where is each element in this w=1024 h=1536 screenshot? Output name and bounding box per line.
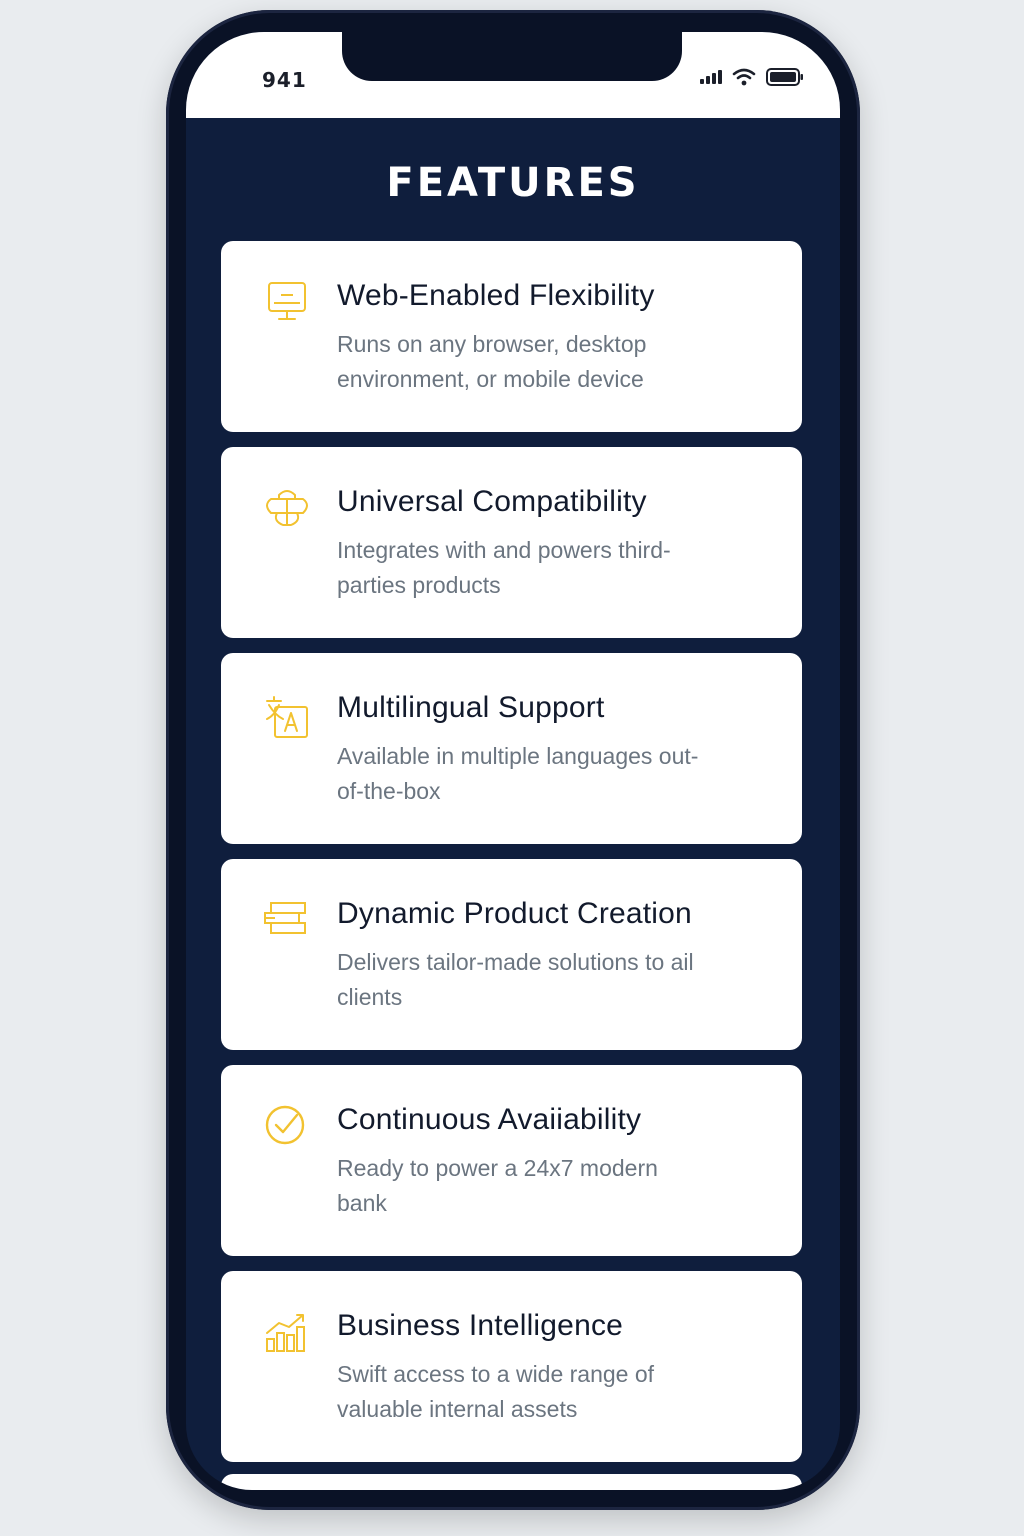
feature-card-next-partial[interactable] (221, 1474, 802, 1490)
feature-description: Integrates with and powers third-parties… (337, 537, 671, 598)
feature-description: Delivers tailor-made solutions to ail cl… (337, 949, 694, 1010)
phone-screen: 941 FEATURES Web-Enabled Flexibility Run… (186, 32, 840, 1490)
feature-title: Dynamic Product Creation (337, 897, 692, 930)
growth-chart-icon (266, 1314, 305, 1352)
wifi-icon (732, 68, 756, 86)
feature-title: Continuous Avaiiability (337, 1103, 642, 1136)
feature-title: Multilingual Support (337, 691, 605, 724)
app-stage: 941 FEATURES Web-Enabled Flexibility Run… (0, 0, 1024, 1536)
battery-icon (766, 68, 803, 86)
feature-title: Universal Compatibility (337, 485, 647, 518)
feature-card-business-intelligence[interactable]: Business Intelligence Swift access to a … (221, 1271, 802, 1462)
feature-card-dynamic-product-creation[interactable]: Dynamic Product Creation Delivers tailor… (221, 859, 802, 1050)
feature-description: Runs on any browser, desktop environment… (337, 331, 647, 392)
feature-card-multilingual-support[interactable]: Multilingual Support Available in multip… (221, 653, 802, 844)
integration-icon (266, 490, 308, 526)
feature-description: Swift access to a wide range of valuable… (337, 1361, 655, 1422)
notch (342, 32, 682, 81)
status-time: 941 (262, 68, 307, 92)
translate-icon (266, 696, 308, 738)
feature-title: Web-Enabled Flexibility (337, 279, 655, 312)
feature-card-web-enabled-flexibility[interactable]: Web-Enabled Flexibility Runs on any brow… (221, 241, 802, 432)
status-icons (700, 68, 804, 86)
status-bar: 941 (186, 32, 840, 118)
cellular-signal-icon (700, 70, 722, 84)
feature-card-continuous-availability[interactable]: Continuous Avaiiability Ready to power a… (221, 1065, 802, 1256)
feature-description: Available in multiple languages out-of-t… (337, 743, 699, 804)
layers-icon (264, 902, 306, 934)
monitor-icon (268, 282, 306, 320)
feature-card-universal-compatibility[interactable]: Universal Compatibility Integrates with … (221, 447, 802, 638)
page-title: FEATURES (386, 160, 640, 206)
check-circle-icon (265, 1105, 305, 1145)
feature-list: Web-Enabled Flexibility Runs on any brow… (221, 241, 802, 1477)
feature-title: Business Intelligence (337, 1309, 624, 1342)
feature-description: Ready to power a 24x7 modern bank (337, 1155, 658, 1216)
